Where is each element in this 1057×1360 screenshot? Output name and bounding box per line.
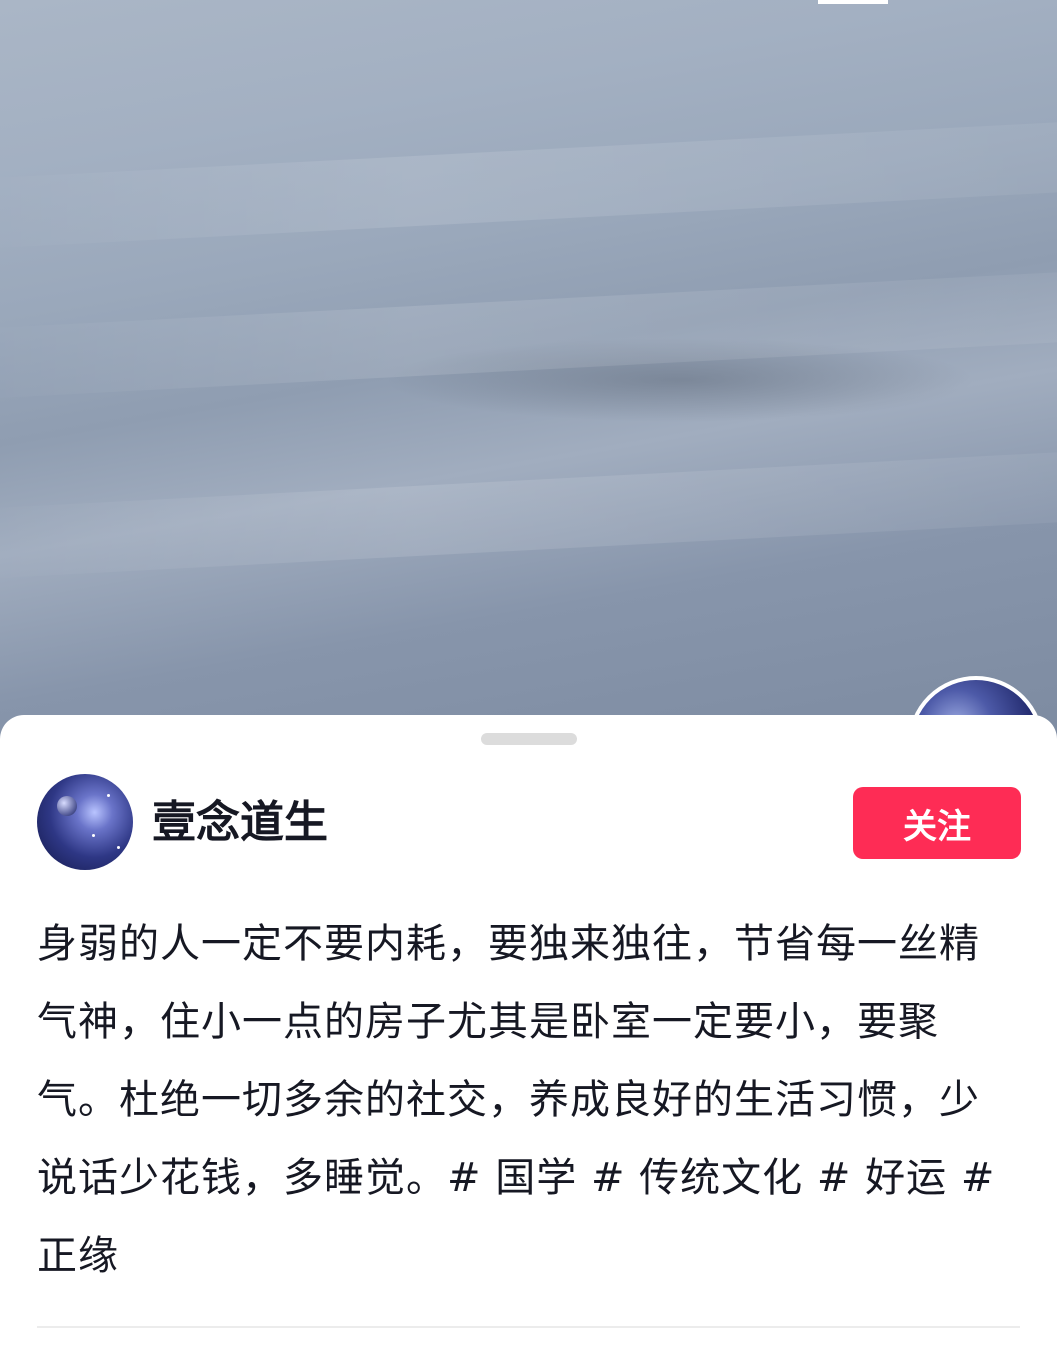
video-frame-detail xyxy=(0,119,1057,251)
progress-indicator xyxy=(818,0,888,4)
avatar-star xyxy=(117,846,120,849)
video-frame-detail xyxy=(0,449,1057,581)
drag-handle[interactable] xyxy=(481,733,577,745)
avatar-planet-graphic xyxy=(57,796,77,816)
description-sheet: 壹念道生 关注 身弱的人一定不要内耗，要独来独往，节省每一丝精气神，住小一点的房… xyxy=(0,715,1057,1360)
post-description: 身弱的人一定不要内耗，要独来独往，节省每一丝精气神，住小一点的房子尤其是卧室一定… xyxy=(37,921,996,1279)
follow-button[interactable]: 关注 xyxy=(853,787,1021,859)
author-name[interactable]: 壹念道生 xyxy=(152,795,328,851)
avatar-star xyxy=(107,794,110,797)
avatar-star xyxy=(92,834,95,837)
video-frame-detail xyxy=(0,269,1057,401)
author-avatar[interactable] xyxy=(37,774,133,870)
divider xyxy=(37,1326,1020,1328)
video-player[interactable] xyxy=(0,0,1057,740)
